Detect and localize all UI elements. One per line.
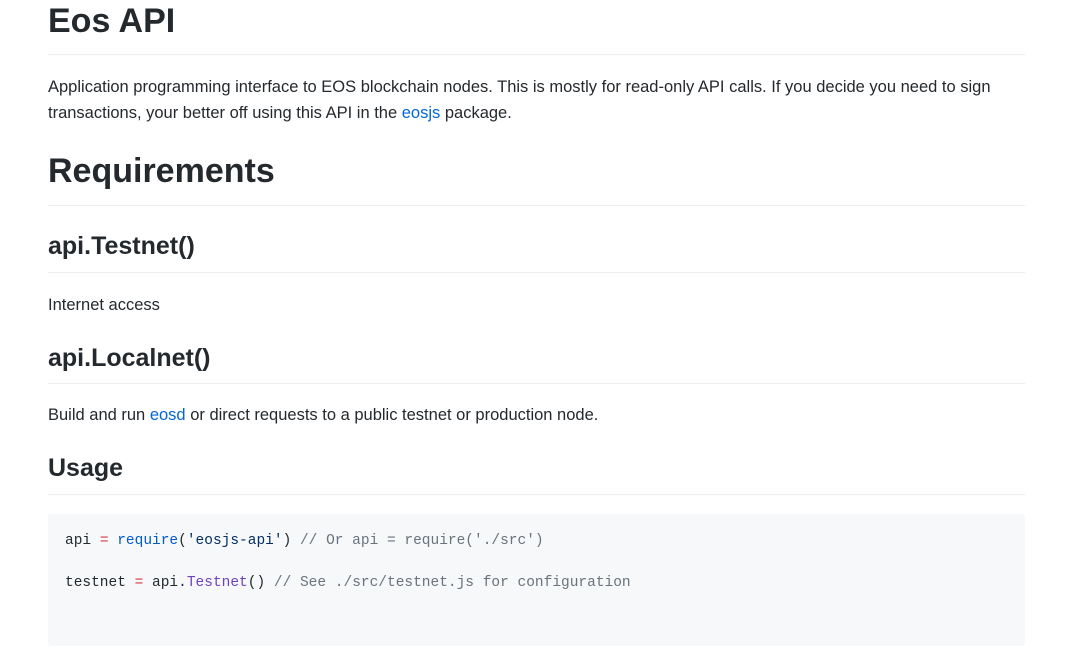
testnet-heading: api.Testnet() (48, 232, 1025, 273)
intro-text-end: package. (440, 104, 512, 122)
eosjs-link[interactable]: eosjs (402, 104, 441, 122)
localnet-heading: api.Localnet() (48, 344, 1025, 384)
intro-paragraph: Application programming interface to EOS… (48, 74, 1025, 126)
usage-heading: Usage (48, 454, 1025, 495)
localnet-text-end: or direct requests to a public testnet o… (185, 406, 599, 424)
code-line-1: api = require('eosjs-api') // Or api = r… (65, 533, 544, 549)
page-title: Eos API (48, 2, 1025, 55)
code-line-2: testnet = api.Testnet() // See ./src/tes… (65, 575, 631, 591)
localnet-text: Build and run (48, 406, 150, 424)
eosd-link[interactable]: eosd (150, 406, 186, 424)
requirements-heading: Requirements (48, 152, 1025, 206)
localnet-paragraph: Build and run eosd or direct requests to… (48, 402, 1025, 428)
testnet-text: Internet access (48, 296, 160, 314)
code-block: api = require('eosjs-api') // Or api = r… (48, 514, 1025, 646)
intro-text: Application programming interface to EOS… (48, 78, 991, 122)
